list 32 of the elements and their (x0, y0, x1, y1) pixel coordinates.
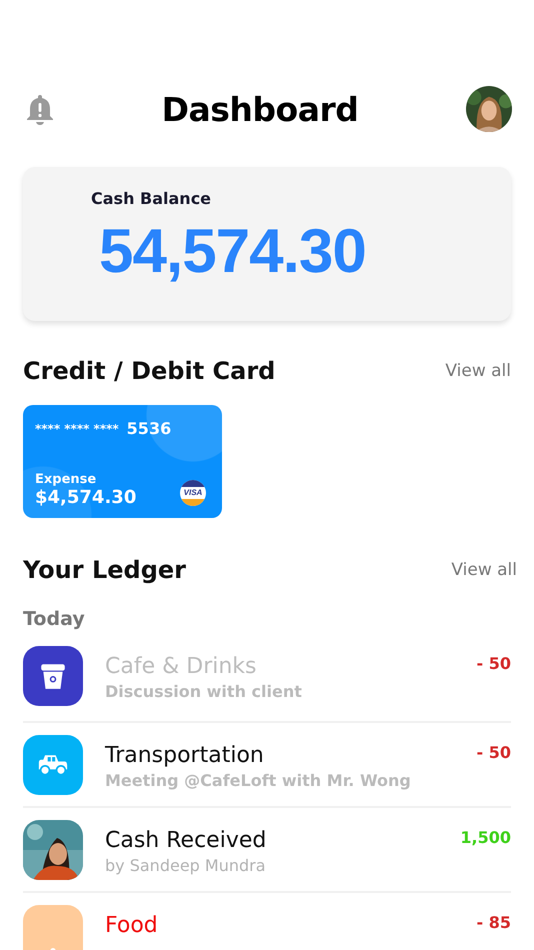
card-label: Expense (35, 472, 98, 487)
balance-label: Cash Balance (91, 189, 212, 208)
view-all-link[interactable]: View all (445, 361, 511, 381)
section-title: Credit / Debit Card (23, 357, 276, 385)
item-subtitle: Discussion with client (105, 682, 303, 701)
card-last-digits: 5536 (126, 419, 172, 438)
item-amount: - 50 (476, 742, 511, 762)
item-amount: - 85 (476, 912, 511, 932)
item-subtitle: by Sandeep Mundra (105, 856, 267, 875)
ledger-item[interactable]: Transportation Meeting @CafeLoft with Mr. Wong - 50 (23, 721, 511, 806)
item-subtitle: Meeting @CafeLoft with Mr. Wong (105, 771, 412, 790)
card-amount: $4,574.30 (35, 487, 136, 508)
ledger-item[interactable]: Food - 85 (23, 891, 511, 950)
item-title: Cash Received (105, 828, 268, 854)
balance-amount: 54,574.30 (99, 216, 367, 287)
ledger-item[interactable]: Cash Received by Sandeep Mundra 1,500 (23, 806, 511, 891)
page-title: Dashboard (162, 90, 358, 128)
item-amount: - 50 (476, 653, 511, 673)
view-all-link[interactable]: View all (451, 560, 517, 580)
item-amount: 1,500 (460, 827, 511, 847)
card-network-logo (180, 480, 206, 506)
item-title: Transportation (105, 743, 265, 769)
section-title: Your Ledger (23, 556, 186, 584)
ledger-item[interactable]: Cafe & Drinks Discussion with client - 50 (23, 646, 511, 721)
group-label: Today (23, 608, 86, 630)
payment-card[interactable]: **** **** **** 5536 Expense $4,574.30 VISA (23, 405, 222, 518)
card-brand: VISA (182, 488, 204, 498)
notification-bell-icon[interactable] (26, 93, 54, 125)
cup-icon (38, 661, 68, 691)
item-title: Food (105, 913, 159, 939)
card-number-mask: **** **** **** (35, 422, 119, 436)
item-title: Cafe & Drinks (105, 654, 258, 680)
